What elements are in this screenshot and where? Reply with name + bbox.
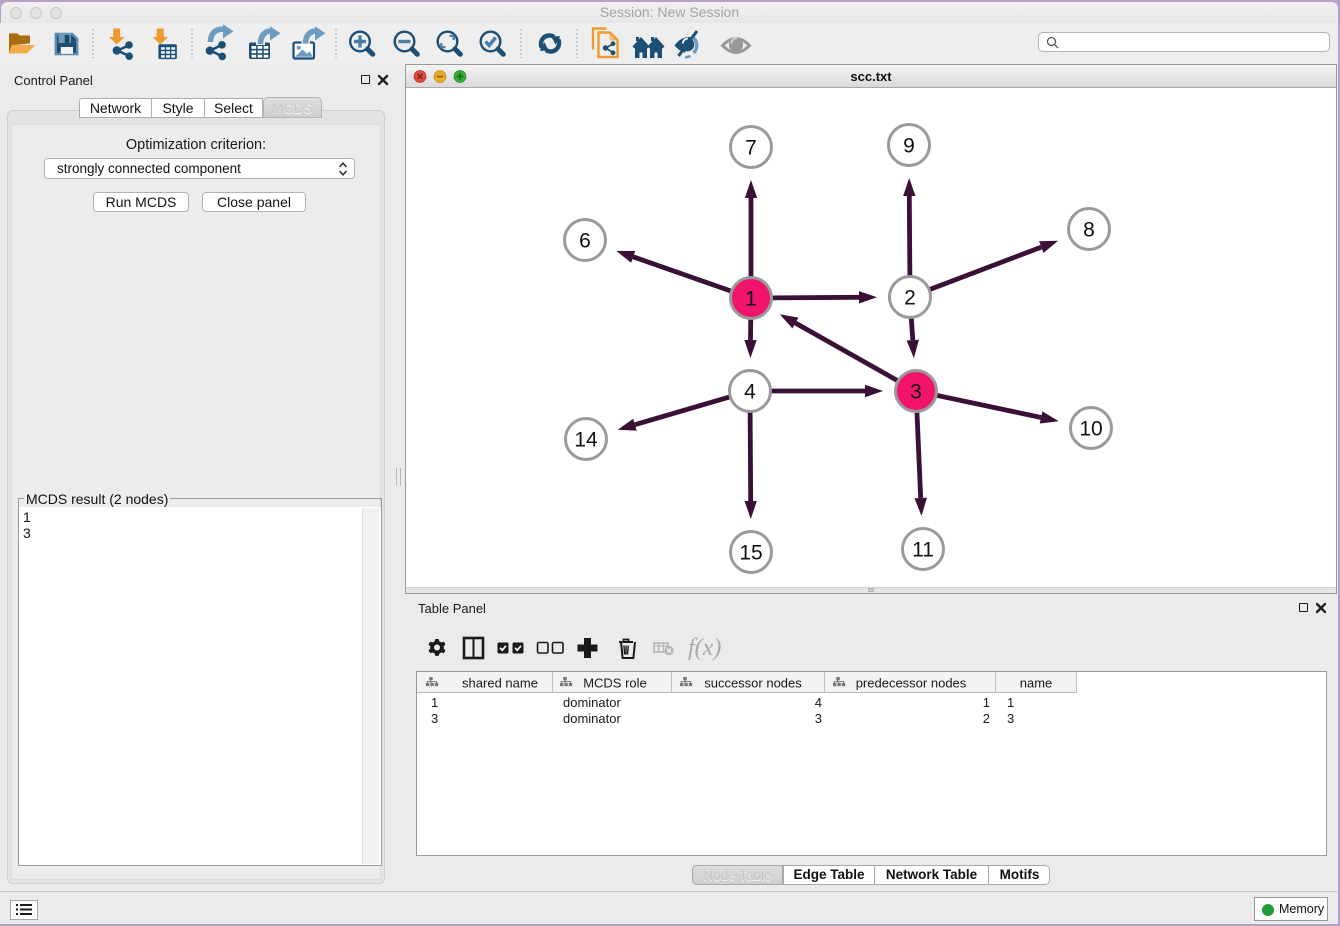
svg-text:1: 1 [745,288,757,311]
svg-text:6: 6 [579,230,591,253]
svg-text:dominator: dominator [563,695,621,710]
svg-text:8: 8 [1083,219,1095,242]
svg-text:f(x): f(x) [688,635,721,661]
svg-text:name: name [1020,676,1053,691]
svg-text:MCDS role: MCDS role [583,676,647,691]
svg-text:3: 3 [431,711,438,726]
svg-text:11: 11 [912,539,934,562]
svg-text:dominator: dominator [563,711,621,726]
svg-text:15: 15 [739,542,762,565]
svg-text:7: 7 [745,137,757,160]
svg-text:10: 10 [1079,418,1102,441]
svg-text:successor nodes: successor nodes [704,676,802,691]
svg-text:3: 3 [815,711,822,726]
svg-text:2: 2 [904,287,916,310]
svg-text:1: 1 [1007,695,1014,710]
svg-text:shared name: shared name [462,676,538,691]
svg-text:predecessor nodes: predecessor nodes [856,676,967,691]
svg-text:1: 1 [431,695,438,710]
svg-text:9: 9 [903,135,915,158]
svg-text:4: 4 [744,381,756,404]
svg-text:3: 3 [1007,711,1014,726]
svg-text:4: 4 [815,695,822,710]
svg-text:3: 3 [910,381,922,404]
svg-text:2: 2 [983,711,990,726]
svg-text:1: 1 [983,695,990,710]
svg-text:14: 14 [574,429,598,452]
